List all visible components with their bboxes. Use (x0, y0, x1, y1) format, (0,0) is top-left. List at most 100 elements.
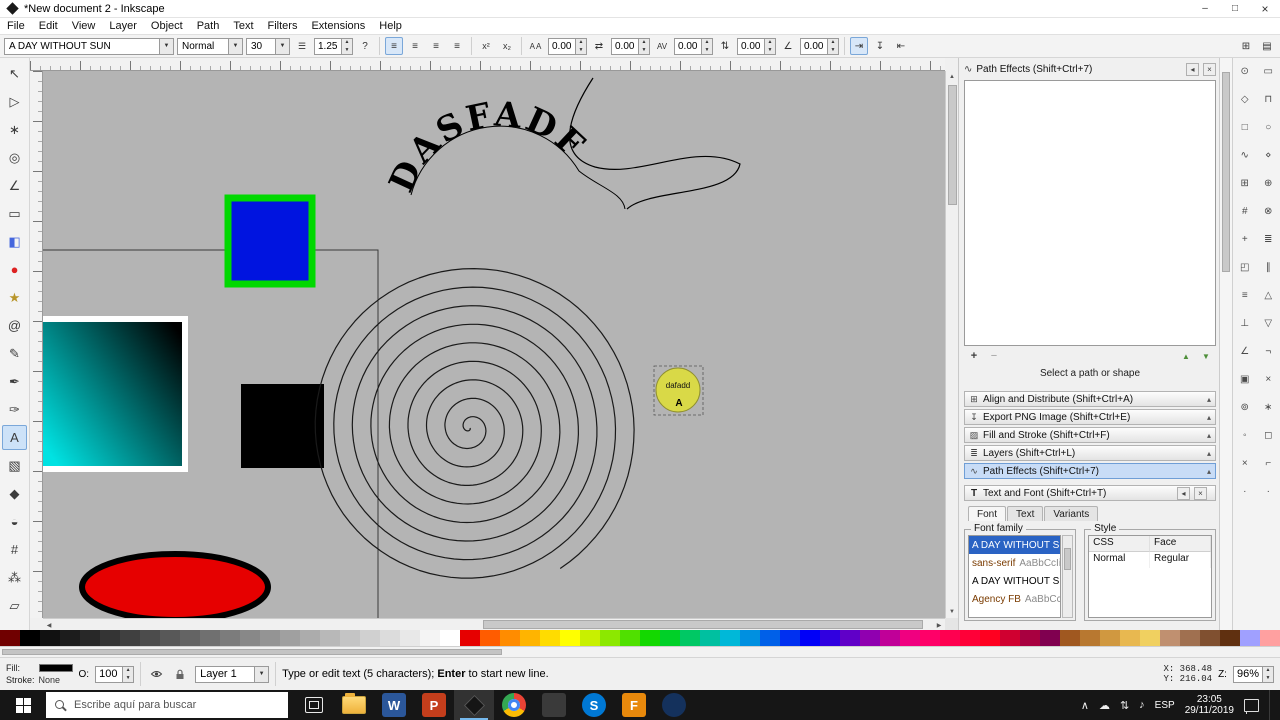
palette-scrollbar[interactable] (0, 646, 1280, 657)
font-style-table[interactable]: CSS Face Normal Regular (1088, 535, 1212, 618)
snap-button-2-7[interactable]: ≣ (1259, 230, 1277, 248)
onedrive-icon[interactable] (1099, 699, 1110, 712)
palette-color-28[interactable] (540, 630, 560, 646)
align-center-button[interactable] (406, 37, 424, 55)
palette-color-64[interactable] (1260, 630, 1280, 646)
rotation-spinner[interactable]: 0.00 (800, 37, 839, 55)
palette-color-21[interactable] (400, 630, 420, 646)
taskbar-inkscape[interactable] (454, 690, 494, 720)
layer-lock-toggle[interactable] (171, 665, 189, 683)
menu-item-filters[interactable]: Filters (261, 19, 305, 33)
superscript-button[interactable] (477, 37, 495, 55)
minimize-button[interactable] (1190, 0, 1220, 17)
palette-color-39[interactable] (760, 630, 780, 646)
snap-button-1-7[interactable]: + (1236, 230, 1254, 248)
bucket-tool[interactable]: ◒ (2, 509, 27, 534)
palette-color-43[interactable] (840, 630, 860, 646)
maximize-button[interactable] (1220, 0, 1250, 17)
volume-icon[interactable] (1139, 699, 1145, 711)
move-up-button[interactable] (1178, 349, 1194, 364)
menu-item-text[interactable]: Text (226, 19, 260, 33)
snap-button-2-16[interactable]: · (1259, 482, 1277, 500)
measure-tool[interactable]: ∠ (2, 173, 27, 198)
align-justify-button[interactable] (448, 37, 466, 55)
spinner-arrows[interactable] (764, 38, 775, 54)
taskbar-file-explorer[interactable] (334, 690, 374, 720)
palette-color-40[interactable] (780, 630, 800, 646)
box3d-tool[interactable]: ◧ (2, 229, 27, 254)
horizontal-kerning-spinner[interactable]: 0.00 (674, 37, 713, 55)
blue-square[interactable] (224, 194, 316, 288)
font-list-item[interactable]: Agency FBAaBbCcIiPp (969, 590, 1060, 608)
snap-button-2-1[interactable]: ▭ (1259, 62, 1277, 80)
snap-button-1-12[interactable]: ▣ (1236, 370, 1254, 388)
tab-font[interactable]: Font (968, 506, 1007, 521)
palette-color-54[interactable] (1060, 630, 1080, 646)
palette-color-36[interactable] (700, 630, 720, 646)
subscript-button[interactable] (498, 37, 516, 55)
scrollbar-handle[interactable] (1064, 548, 1072, 570)
horizontal-ruler[interactable] (30, 58, 945, 71)
snap-button-2-8[interactable]: ∥ (1259, 258, 1277, 276)
snap-button-1-8[interactable]: ◰ (1236, 258, 1254, 276)
commands-bar-icon-2[interactable] (1258, 37, 1276, 55)
bubble-text[interactable]: dafadd (666, 381, 690, 390)
palette-color-52[interactable] (1020, 630, 1040, 646)
palette-color-12[interactable] (220, 630, 240, 646)
palette-color-32[interactable] (620, 630, 640, 646)
menu-item-path[interactable]: Path (190, 19, 227, 33)
palette-color-46[interactable] (900, 630, 920, 646)
palette-color-55[interactable] (1080, 630, 1100, 646)
remove-effect-button[interactable] (986, 349, 1002, 364)
snap-button-2-4[interactable]: ⋄ (1259, 146, 1277, 164)
calligraphy-tool[interactable]: ✑ (2, 397, 27, 422)
palette-color-48[interactable] (940, 630, 960, 646)
palette-color-62[interactable] (1220, 630, 1240, 646)
font-family-combo[interactable]: A DAY WITHOUT SUN (4, 37, 174, 55)
scrollbar-handle[interactable] (948, 85, 957, 205)
font-list-item[interactable]: sans-serifAaBbCcIiP (969, 554, 1060, 572)
spinner-arrows[interactable] (575, 38, 586, 54)
palette-color-44[interactable] (860, 630, 880, 646)
taskbar-chrome[interactable] (494, 690, 534, 720)
palette-color-25[interactable] (480, 630, 500, 646)
chevron-down-icon[interactable] (275, 38, 289, 54)
palette-color-5[interactable] (80, 630, 100, 646)
rectangle-tool[interactable]: ▭ (2, 201, 27, 226)
layer-selector[interactable]: Layer 1 (195, 665, 270, 683)
palette-color-51[interactable] (1000, 630, 1020, 646)
snap-button-2-2[interactable]: ⊓ (1259, 90, 1277, 108)
black-square[interactable] (241, 384, 324, 468)
palette-color-37[interactable] (720, 630, 740, 646)
text-tool[interactable]: A (2, 425, 27, 450)
font-list-item[interactable]: A DAY WITHOUT SU (969, 536, 1061, 554)
palette-color-19[interactable] (360, 630, 380, 646)
snap-button-1-1[interactable]: ⊙ (1236, 62, 1254, 80)
font-list-scrollbar[interactable] (1062, 535, 1074, 618)
menu-item-help[interactable]: Help (372, 19, 409, 33)
dock-scrollbar[interactable] (1219, 58, 1232, 630)
snap-button-2-15[interactable]: ⌐ (1259, 454, 1277, 472)
connector-tool[interactable]: # (2, 537, 27, 562)
palette-color-11[interactable] (200, 630, 220, 646)
taskbar-word[interactable]: W (374, 690, 414, 720)
drawing-canvas[interactable]: DASFADFDFA dafadd A (43, 71, 945, 618)
taskbar-task-view[interactable] (294, 690, 334, 720)
spiral-tool[interactable]: @ (2, 313, 27, 338)
palette-color-47[interactable] (920, 630, 940, 646)
chevron-down-icon[interactable] (228, 38, 242, 54)
line-spacing-spinner[interactable]: 1.25 (314, 37, 353, 55)
fill-stroke-indicator[interactable]: Fill: Stroke: None (6, 663, 73, 685)
snap-button-1-15[interactable]: × (1236, 454, 1254, 472)
tweak-tool[interactable]: ∗ (2, 117, 27, 142)
network-icon[interactable] (1120, 699, 1129, 712)
palette-color-53[interactable] (1040, 630, 1060, 646)
taskbar-app-dark[interactable] (534, 690, 574, 720)
spinner-arrows[interactable] (638, 38, 649, 54)
taskbar-powerpoint[interactable]: P (414, 690, 454, 720)
panel-collapse-button[interactable] (1177, 486, 1190, 500)
palette-color-7[interactable] (120, 630, 140, 646)
palette-color-60[interactable] (1180, 630, 1200, 646)
palette-color-34[interactable] (660, 630, 680, 646)
scrollbar-handle[interactable] (1222, 72, 1230, 272)
